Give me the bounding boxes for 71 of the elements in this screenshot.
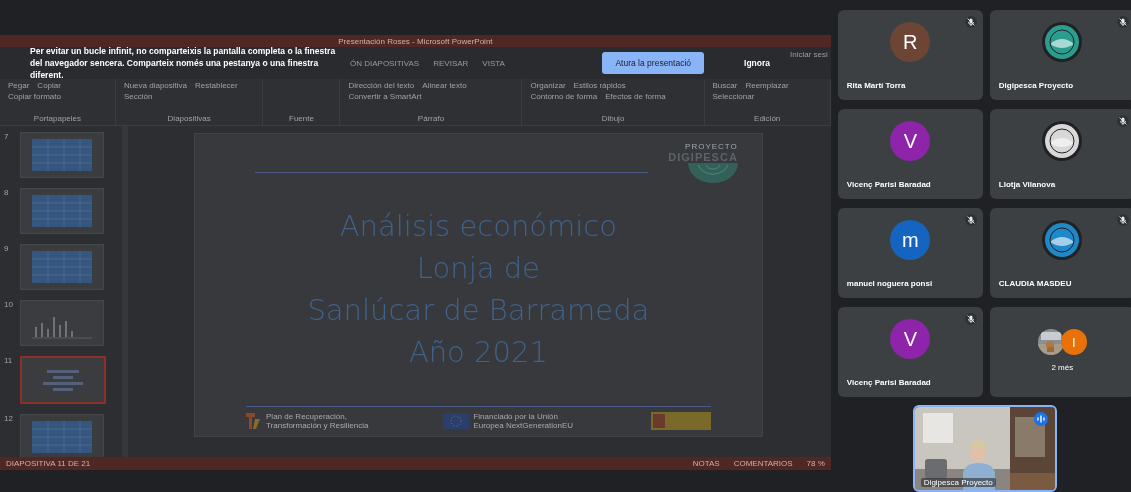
ribbon-command[interactable]: Contorno de forma [530,92,598,101]
notes-button[interactable]: NOTAS [692,459,720,468]
stop-sharing-button[interactable]: Atura la presentació [602,52,705,74]
avatar: V [890,319,931,359]
eu-flag-icon [443,413,470,429]
participant-name: CLAUDIA MASDEU [998,279,1072,288]
participant-name: Llotja Vilanova [998,180,1056,189]
participant-name: Digipesca Proyecto [998,81,1074,90]
ribbon-tab[interactable]: REVISAR [433,58,469,68]
ribbon-tab[interactable]: VISTA [482,58,505,68]
slide-thumbnail[interactable] [20,414,104,457]
ribbon-tab[interactable]: ÓN DIAPOSITIVAS [350,58,420,68]
ribbon-command[interactable]: Restablecer [195,81,238,90]
slide-thumbnail[interactable] [20,356,106,404]
ribbon-group-label: Portapapeles [32,114,82,123]
ribbon-command[interactable]: Estilos rápidos [573,81,626,90]
ribbon-command[interactable]: Buscar [712,81,738,90]
ribbon-command[interactable]: Seleccionar [712,92,755,101]
slide-title-line: Año 2021 [408,334,548,371]
participant-name: Rita Martí Torra [846,81,906,90]
slide-number: 8 [4,188,10,197]
ribbon-command[interactable]: Alinear texto [422,81,467,90]
ribbon-command[interactable]: Nueva diapositiva [123,81,188,90]
participant-name: Vicenç Parisi Baradad [846,378,931,387]
more-participants-label: 2 més [1051,363,1074,372]
slide-counter: DIAPOSITIVA 11 DE 21 [6,459,91,468]
ribbon-command[interactable]: Convertir a SmartArt [348,92,422,101]
zoom-level: 78 % [806,459,825,468]
slide-number: 9 [4,244,10,253]
slide-title-line: Lonja de [416,250,540,287]
ribbon-command[interactable]: Efectos de forma [605,92,666,101]
ribbon-command[interactable]: Copiar [37,81,61,90]
avatar: I [1060,329,1087,355]
slide-thumbnail[interactable] [20,188,104,234]
window-title: Presentación Roses - Microsoft PowerPoint [338,36,493,46]
ribbon-group-label: Dibujo [600,114,626,123]
slide-thumbnail[interactable] [20,132,104,178]
participant-name: Digipesca Proyecto [920,478,996,487]
slide-number: 10 [4,300,14,309]
ribbon-group-label: Edición [753,114,782,123]
slide-number: 12 [4,414,14,423]
ribbon-command[interactable]: Copiar formato [8,92,61,101]
ribbon-command[interactable]: Pegar [8,81,30,90]
ribbon-command[interactable]: Dirección del texto [348,81,415,90]
ribbon-command[interactable]: Organizar [530,81,566,90]
logo-caption: PROYECTO [685,142,738,151]
sign-in-link[interactable]: Iniciar sesi [790,50,831,59]
slide-thumbnail[interactable] [20,300,104,346]
participant-name: Vicenç Parisi Baradad [846,180,931,189]
recovery-plan-logo-icon [246,413,262,429]
slide-number: 7 [4,132,10,141]
participant-name: manuel noguera ponsi [846,279,933,288]
dismiss-button[interactable]: Ignora [734,52,781,74]
avatar: m [890,220,931,260]
ribbon-group-label: Diapositivas [166,114,212,123]
government-logo-icon [650,412,711,430]
logo-caption: Financiado por la Unión Europea NextGenerationEU [473,412,575,430]
ribbon-group-label: Fuente [288,114,315,123]
ribbon-command[interactable]: Reemplazar [745,81,789,90]
slide-title-line: Sanlúcar de Barrameda [307,292,650,329]
avatar: V [890,121,931,161]
ribbon-command[interactable]: Sección [123,92,153,101]
wave-logo-icon [687,163,738,183]
warning-message: Per evitar un bucle infinit, no comparteixis la pantalla completa o la finestra del navegador sencera. Comparteix només una pestanya o una finestra diferent. [30,45,337,81]
ribbon-group-label: Párrafo [416,114,446,123]
slide-title-line: Análisis económico [339,208,618,245]
slide-number: 11 [4,356,14,365]
slide-thumbnail[interactable] [20,244,104,290]
avatar: R [890,22,931,62]
logo-caption: Plan de Recuperación, Transformación y Resiliencia [266,412,370,430]
comments-button[interactable]: COMENTARIOS [733,459,793,468]
